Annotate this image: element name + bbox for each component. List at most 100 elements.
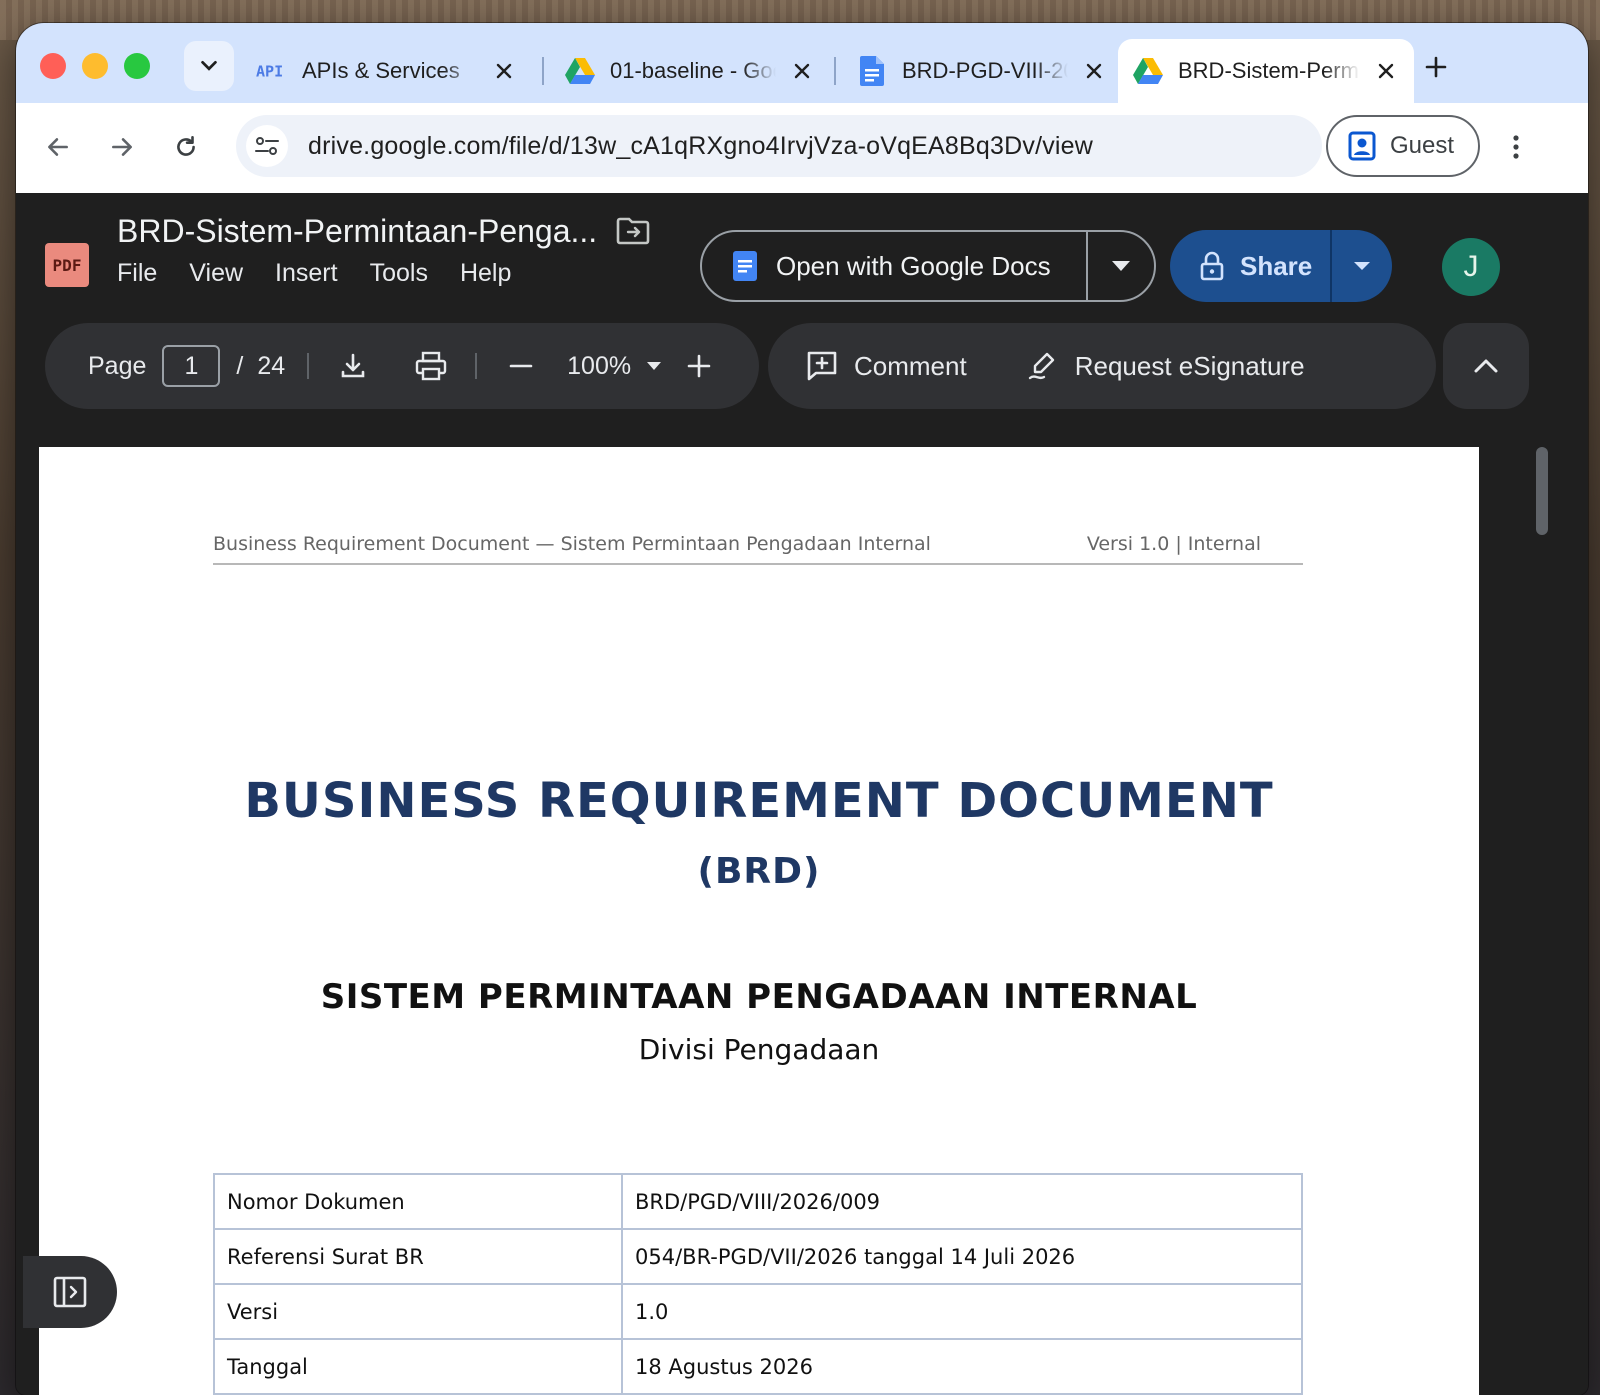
menu-tools[interactable]: Tools: [370, 259, 428, 288]
comment-label: Comment: [854, 350, 967, 381]
tab-brd-sistem-active[interactable]: BRD-Sistem-Permintaan-Pengadaan: [1118, 39, 1414, 103]
account-avatar[interactable]: J: [1442, 238, 1500, 296]
table-row: Versi 1.0: [213, 1283, 1303, 1340]
reload-button[interactable]: [166, 127, 206, 167]
more-vert-icon: [1513, 135, 1519, 159]
address-bar[interactable]: drive.google.com/file/d/13w_cA1qRXgno4Ir…: [236, 115, 1322, 177]
signature-icon: [1027, 350, 1059, 382]
zoom-in-icon[interactable]: [677, 344, 721, 388]
system-name: SISTEM PERMINTAAN PENGADAAN INTERNAL: [320, 977, 1198, 1017]
back-button[interactable]: [38, 127, 78, 167]
metadata-value: BRD/PGD/VIII/2026/009: [621, 1173, 1303, 1230]
download-icon[interactable]: [331, 344, 375, 388]
menu-insert[interactable]: Insert: [275, 259, 338, 288]
document-title-abbreviation: (BRD): [697, 851, 821, 892]
site-settings-icon[interactable]: [246, 125, 288, 167]
caret-down-icon: [1112, 261, 1130, 271]
total-pages: 24: [257, 351, 286, 380]
comment-button[interactable]: Comment: [806, 350, 967, 382]
google-docs-icon: [732, 251, 758, 281]
browser-menu-button[interactable]: [1496, 127, 1536, 167]
tab-apis-services[interactable]: API APIs & Services: [242, 39, 532, 103]
toolbar-divider: [475, 353, 478, 379]
vertical-scrollbar[interactable]: [1536, 447, 1548, 535]
pdf-file-icon: PDF: [45, 243, 89, 287]
google-drive-icon: [1132, 55, 1164, 87]
pdf-page: Business Requirement Document — Sistem P…: [39, 447, 1479, 1395]
api-icon: API: [256, 55, 288, 87]
collapse-header-button[interactable]: [1443, 323, 1529, 409]
viewer-actions-toolbar: Comment Request eSignature: [768, 323, 1436, 409]
tab-label: APIs & Services: [302, 58, 460, 83]
close-tab-icon[interactable]: [1372, 57, 1400, 85]
add-comment-icon: [806, 350, 838, 382]
menu-file[interactable]: File: [117, 259, 157, 288]
table-row: Nomor Dokumen BRD/PGD/VIII/2026/009: [213, 1173, 1303, 1230]
menu-help[interactable]: Help: [460, 259, 511, 288]
side-panel-icon: [53, 1276, 87, 1308]
tab-label: BRD-PGD-VIII-2026-009 - Google Docs: [902, 58, 1068, 83]
minimize-window-button[interactable]: [82, 53, 108, 79]
current-page-input[interactable]: 1: [162, 345, 221, 387]
person-badge-icon: [1348, 131, 1376, 161]
tab-separator: [834, 57, 836, 85]
zoom-out-icon[interactable]: [499, 344, 543, 388]
open-with-google-docs-button[interactable]: Open with Google Docs: [702, 232, 1088, 300]
drive-viewer-header: PDF BRD-Sistem-Permintaan-Penga... File …: [16, 193, 1588, 423]
reload-icon: [177, 135, 195, 156]
close-tab-icon[interactable]: [490, 57, 518, 85]
close-window-button[interactable]: [40, 53, 66, 79]
menu-bar: File View Insert Tools Help: [117, 259, 511, 288]
new-tab-button[interactable]: [1416, 47, 1456, 87]
tab-strip: API APIs & Services 01-baseline - Google…: [16, 23, 1588, 103]
arrow-left-icon: [48, 138, 68, 156]
toolbar-divider: [307, 353, 310, 379]
metadata-value: 18 Agustus 2026: [621, 1338, 1303, 1395]
close-tab-icon[interactable]: [788, 57, 816, 85]
metadata-key: Versi: [213, 1283, 623, 1340]
print-icon[interactable]: [409, 344, 453, 388]
metadata-value: 054/BR-PGD/VII/2026 tanggal 14 Juli 2026: [621, 1228, 1303, 1285]
tab-label: 01-baseline - Google Drive: [610, 58, 776, 83]
request-esignature-button[interactable]: Request eSignature: [1027, 350, 1305, 382]
tab-separator: [542, 57, 544, 85]
zoom-level-select[interactable]: 100%: [567, 352, 662, 381]
metadata-key: Referensi Surat BR: [213, 1228, 623, 1285]
profile-button[interactable]: Guest: [1326, 115, 1480, 177]
browser-window: API APIs & Services 01-baseline - Google…: [16, 23, 1588, 1395]
document-title[interactable]: BRD-Sistem-Permintaan-Penga...: [117, 213, 597, 250]
running-header: Business Requirement Document — Sistem P…: [213, 533, 1303, 565]
svg-text:API: API: [256, 63, 283, 81]
share-label: Share: [1240, 250, 1313, 281]
metadata-key: Nomor Dokumen: [213, 1173, 623, 1230]
share-dropdown-button[interactable]: [1332, 261, 1392, 271]
share-split-button: Share: [1170, 230, 1392, 302]
chevron-down-icon: [201, 60, 217, 71]
share-button[interactable]: Share: [1170, 230, 1332, 302]
tab-search-button[interactable]: [184, 41, 234, 91]
open-with-dropdown-button[interactable]: [1088, 260, 1154, 272]
tab-google-drive[interactable]: 01-baseline - Google Drive: [550, 39, 830, 103]
arrow-right-icon: [112, 138, 132, 156]
metadata-value: 1.0: [621, 1283, 1303, 1340]
caret-down-icon: [1354, 262, 1370, 270]
menu-view[interactable]: View: [189, 259, 243, 288]
table-row: Referensi Surat BR 054/BR-PGD/VII/2026 t…: [213, 1228, 1303, 1285]
browser-toolbar: drive.google.com/file/d/13w_cA1qRXgno4Ir…: [16, 103, 1588, 193]
page-thumbnails-toggle-button[interactable]: [23, 1256, 117, 1328]
division-name: Divisi Pengadaan: [638, 1033, 880, 1066]
forward-button[interactable]: [102, 127, 142, 167]
maximize-window-button[interactable]: [124, 53, 150, 79]
page-label: Page: [88, 351, 147, 380]
lock-icon: [1200, 251, 1224, 281]
plus-icon: [1425, 56, 1447, 78]
running-header-right: Versi 1.0 | Internal: [1086, 533, 1261, 555]
running-header-left: Business Requirement Document — Sistem P…: [213, 533, 931, 555]
esignature-label: Request eSignature: [1074, 350, 1305, 381]
move-to-folder-icon[interactable]: [616, 217, 650, 250]
tab-google-docs[interactable]: BRD-PGD-VIII-2026-009 - Google Docs: [842, 39, 1122, 103]
table-row: Tanggal 18 Agustus 2026: [213, 1338, 1303, 1395]
close-tab-icon[interactable]: [1080, 57, 1108, 85]
document-metadata-table: Nomor Dokumen BRD/PGD/VIII/2026/009 Refe…: [213, 1173, 1303, 1395]
document-viewport[interactable]: Business Requirement Document — Sistem P…: [16, 423, 1588, 1395]
